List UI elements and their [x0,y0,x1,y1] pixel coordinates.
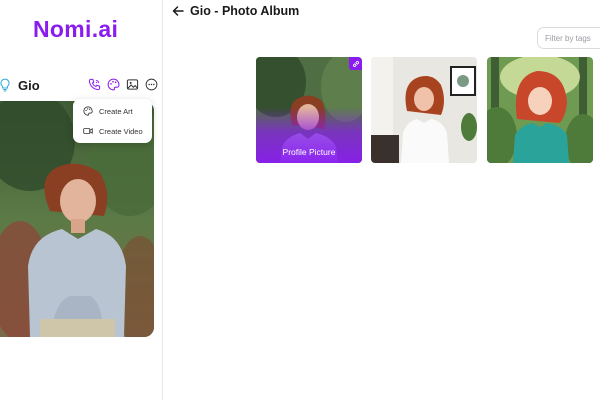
album-photo-profile-picture[interactable]: Profile Picture [256,57,362,163]
character-name[interactable]: Gio [18,78,40,93]
profile-picture-label: Profile Picture [282,147,336,157]
more-icon[interactable] [144,77,158,91]
back-arrow-icon[interactable] [171,4,185,18]
album-photo[interactable] [487,57,593,163]
character-actions [87,77,158,91]
image-icon[interactable] [125,77,139,91]
photo-image [371,57,477,163]
video-icon [83,128,93,134]
phone-icon[interactable] [87,77,101,91]
menu-item-label: Create Art [99,106,133,116]
menu-item-create-art[interactable]: Create Art [73,101,152,121]
filter-tags-input[interactable] [537,27,600,49]
app-logo[interactable]: Nomi.ai [33,16,118,43]
palette-icon [83,106,93,116]
link-icon[interactable] [349,57,362,70]
character-header: Gio [0,76,160,96]
photo-album: Gio - Photo Album Profile Picture [163,0,600,400]
page-title: Gio - Photo Album [190,4,300,18]
lightbulb-icon [0,78,10,92]
palette-icon[interactable] [106,77,120,91]
menu-item-label: Create Video [99,126,143,136]
album-photo[interactable] [371,57,477,163]
app-window: Nomi.ai Gio Create Art Create Video Gio … [0,0,600,400]
create-menu: Create Art Create Video [73,99,152,143]
menu-item-create-video[interactable]: Create Video [73,121,152,141]
sidebar: Nomi.ai Gio Create Art Create Video [0,0,163,400]
photo-image [487,57,593,163]
